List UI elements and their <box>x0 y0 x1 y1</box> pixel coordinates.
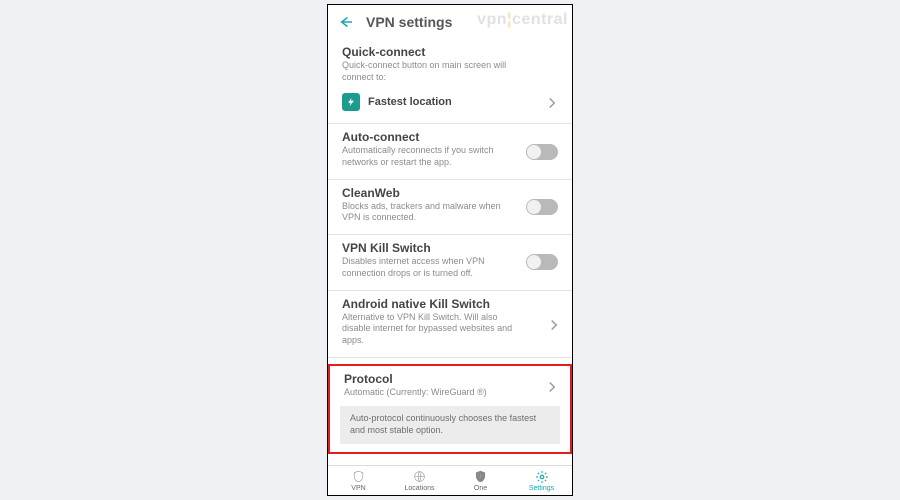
nav-vpn[interactable]: VPN <box>328 466 389 495</box>
svg-text:1: 1 <box>479 474 482 480</box>
arrow-left-icon <box>337 13 355 31</box>
watermark: vpn¦central <box>477 11 568 29</box>
nav-settings-label: Settings <box>529 485 554 492</box>
watermark-b: central <box>512 11 568 28</box>
globe-icon <box>413 470 427 484</box>
protocol-title: Protocol <box>344 372 556 386</box>
kill-switch-title: VPN Kill Switch <box>342 241 558 255</box>
nav-settings[interactable]: Settings <box>511 466 572 495</box>
quick-connect-row[interactable]: Fastest location <box>342 91 558 113</box>
phone-frame: VPN settings vpn¦central Quick-connect Q… <box>327 4 573 496</box>
one-badge-icon: 1 <box>474 470 488 484</box>
native-kill-title: Android native Kill Switch <box>342 297 558 311</box>
kill-switch-toggle[interactable] <box>526 254 558 270</box>
nav-locations[interactable]: Locations <box>389 466 450 495</box>
watermark-divider-icon: ¦ <box>507 11 512 28</box>
watermark-a: vpn <box>477 11 507 28</box>
native-kill-switch-section[interactable]: Android native Kill Switch Alternative t… <box>328 291 572 358</box>
page-title: VPN settings <box>366 14 452 30</box>
protocol-section[interactable]: Protocol Automatic (Currently: WireGuard… <box>330 366 570 403</box>
nav-vpn-label: VPN <box>351 485 365 492</box>
native-kill-sub: Alternative to VPN Kill Switch. Will als… <box>342 312 558 347</box>
quick-connect-section: Quick-connect Quick-connect button on ma… <box>328 39 572 124</box>
chevron-right-icon <box>548 380 556 392</box>
quick-connect-sub: Quick-connect button on main screen will… <box>342 60 558 83</box>
back-button[interactable] <box>336 12 356 32</box>
cleanweb-toggle[interactable] <box>526 199 558 215</box>
gear-icon <box>535 470 549 484</box>
cleanweb-section: CleanWeb Blocks ads, trackers and malwar… <box>328 180 572 235</box>
chevron-right-icon <box>550 318 558 330</box>
auto-connect-section: Auto-connect Automatically reconnects if… <box>328 124 572 179</box>
nav-locations-label: Locations <box>405 485 435 492</box>
quick-connect-title: Quick-connect <box>342 45 558 59</box>
auto-connect-title: Auto-connect <box>342 130 558 144</box>
auto-connect-toggle[interactable] <box>526 144 558 160</box>
fastest-location-label: Fastest location <box>368 96 452 108</box>
settings-list: Quick-connect Quick-connect button on ma… <box>328 39 572 467</box>
shield-icon <box>352 470 366 484</box>
nav-one-label: One <box>474 485 487 492</box>
chevron-right-icon <box>548 96 556 108</box>
kill-switch-section: VPN Kill Switch Disables internet access… <box>328 235 572 290</box>
bolt-icon <box>346 97 356 107</box>
protocol-infobox: Auto-protocol continuously chooses the f… <box>340 406 560 443</box>
protocol-highlight: Protocol Automatic (Currently: WireGuard… <box>328 364 572 454</box>
bottom-nav: VPN Locations 1 One Settings <box>328 465 572 495</box>
cleanweb-title: CleanWeb <box>342 186 558 200</box>
bolt-badge <box>342 93 360 111</box>
topbar: VPN settings vpn¦central <box>328 5 572 39</box>
protocol-sub: Automatic (Currently: WireGuard ®) <box>344 387 556 399</box>
nav-one[interactable]: 1 One <box>450 466 511 495</box>
